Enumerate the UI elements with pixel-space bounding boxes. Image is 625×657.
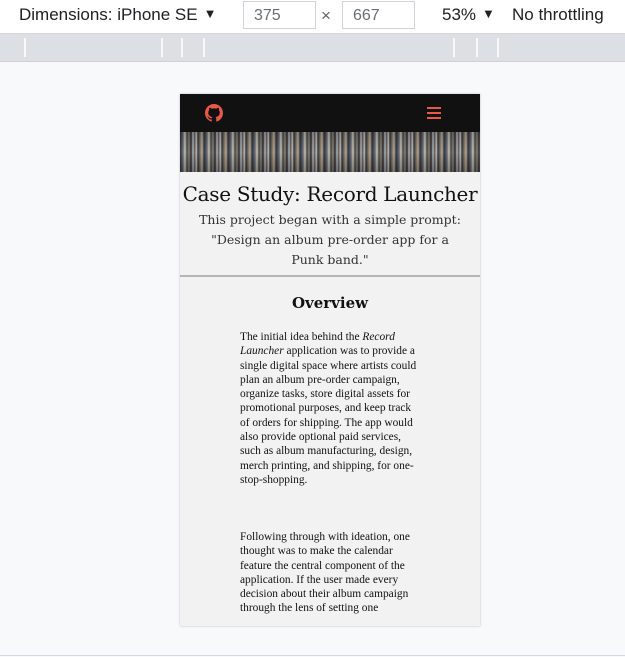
github-icon[interactable] (205, 104, 223, 122)
dropdown-arrow-icon: ▼ (203, 6, 217, 21)
overview-heading: Overview (291, 294, 369, 312)
bottom-divider (0, 655, 625, 656)
zoom-label: 53% (442, 5, 477, 24)
media-query-ruler[interactable] (0, 34, 625, 62)
page-title: Case Study: Record Launcher (182, 182, 478, 206)
p1-text-end: application was to provide a single digi… (240, 345, 417, 486)
ruler-tick (497, 38, 499, 57)
intro-text: This project began with a simple prompt:… (199, 212, 461, 267)
zoom-dropdown[interactable]: 53% ▼ (442, 5, 495, 25)
dimension-separator: × (321, 6, 331, 25)
overview-paragraph-2: Following through with ideation, one tho… (240, 531, 410, 615)
zoom-arrow-icon: ▼ (482, 6, 495, 21)
device-width-input[interactable]: 375 (243, 1, 316, 29)
device-height-input[interactable]: 667 (342, 1, 415, 29)
p1-text-start: The initial idea behind the (240, 331, 363, 343)
section-divider (180, 275, 480, 277)
ruler-tick (24, 38, 26, 57)
ruler-tick (181, 38, 183, 57)
overview-paragraph-1: The initial idea behind the Record Launc… (240, 330, 418, 487)
ruler-tick (476, 38, 478, 57)
ruler-tick (161, 38, 163, 57)
throttling-dropdown[interactable]: No throttling (512, 5, 604, 25)
ruler-tick (453, 38, 455, 57)
hamburger-menu-icon[interactable] (426, 105, 442, 121)
device-toolbar: Dimensions: iPhone SE ▼ 375 × 667 53% ▼ No… (0, 0, 625, 34)
throttling-label: No throttling (512, 5, 604, 24)
record-shelf-banner-image (180, 132, 480, 172)
device-screen[interactable]: Case Study: Record Launcher This project… (180, 94, 480, 626)
device-dimensions-dropdown[interactable]: Dimensions: iPhone SE ▼ (19, 5, 216, 25)
ruler-tick (203, 38, 205, 57)
site-navbar (180, 94, 480, 132)
device-dimensions-label: Dimensions: iPhone SE (19, 5, 198, 24)
